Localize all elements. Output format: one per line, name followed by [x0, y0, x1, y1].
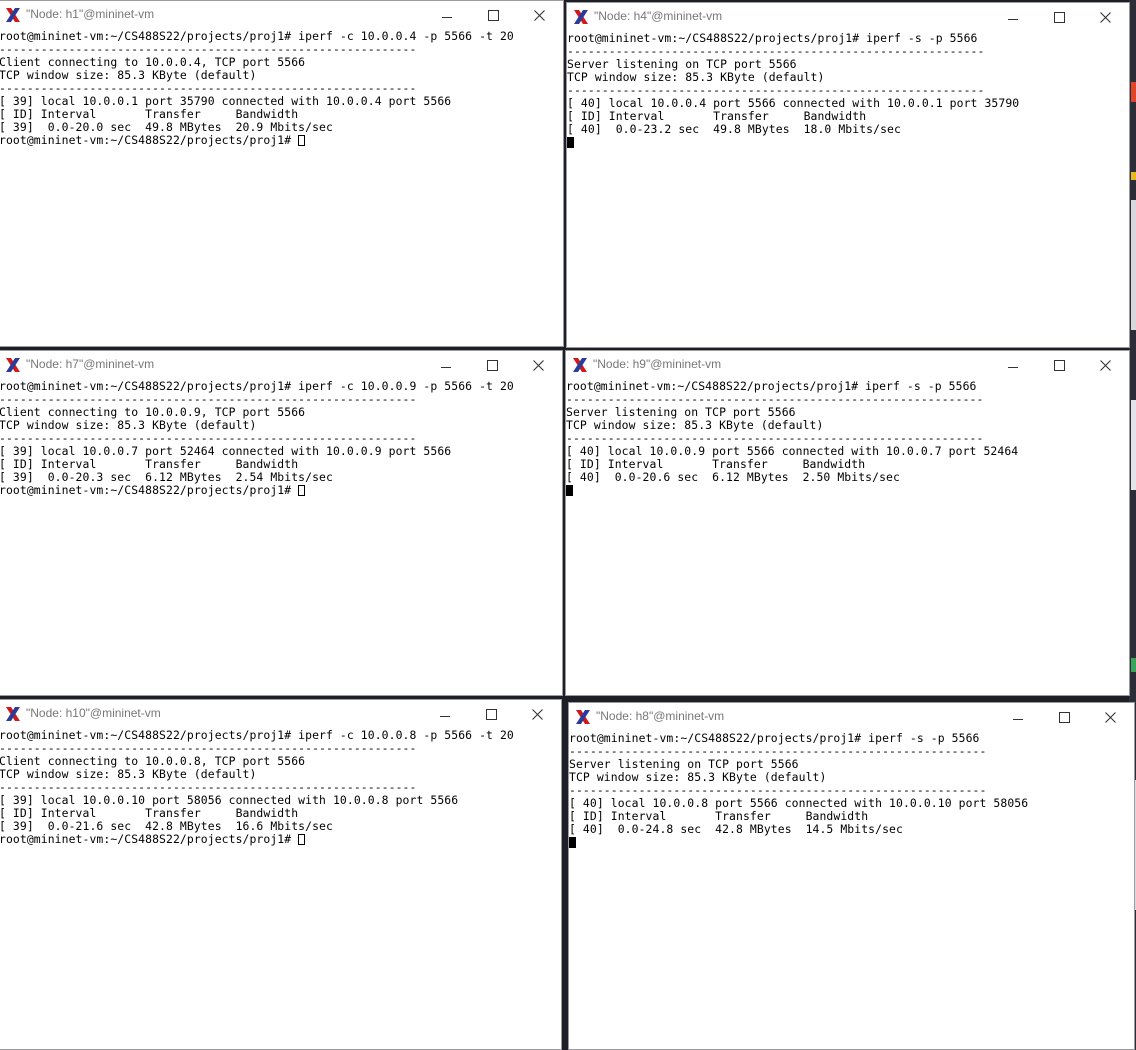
terminal-output[interactable]: root@mininet-vm:~/CS488S22/projects/proj…: [0, 729, 561, 1049]
window-title: "Node: h8"@mininet-vm: [596, 709, 725, 723]
terminal-window-h7[interactable]: "Node: h7"@mininet-vm root@mininet-vm:~/…: [0, 350, 563, 696]
terminal-prompt-line[interactable]: [569, 836, 1134, 849]
maximize-icon: [486, 359, 498, 371]
terminal-window-h8[interactable]: "Node: h8"@mininet-vm root@mininet-vm:~/…: [568, 702, 1135, 1050]
window-title: "Node: h10"@mininet-vm: [26, 706, 161, 720]
terminal-output[interactable]: root@mininet-vm:~/CS488S22/projects/proj…: [0, 380, 562, 695]
desktop-green-accent: [1131, 658, 1136, 672]
text-cursor: [569, 837, 576, 848]
minimize-icon: [1013, 718, 1023, 720]
minimize-button[interactable]: [1008, 707, 1028, 727]
window-titlebar[interactable]: "Node: h8"@mininet-vm: [569, 703, 1134, 731]
maximize-button[interactable]: [483, 5, 503, 25]
maximize-button[interactable]: [481, 704, 501, 724]
terminal-output[interactable]: root@mininet-vm:~/CS488S22/projects/proj…: [567, 32, 1129, 347]
close-button[interactable]: [1095, 355, 1115, 375]
window-title: "Node: h1"@mininet-vm: [26, 7, 155, 21]
close-button[interactable]: [529, 5, 549, 25]
minimize-icon: [1008, 18, 1018, 20]
text-cursor: [566, 485, 573, 496]
terminal-prompt-line[interactable]: [566, 484, 1129, 497]
close-icon: [1099, 11, 1111, 23]
window-title: "Node: h7"@mininet-vm: [26, 357, 155, 371]
terminal-prompt-line[interactable]: [567, 136, 1129, 149]
window-title: "Node: h4"@mininet-vm: [594, 9, 723, 23]
minimize-button[interactable]: [436, 355, 456, 375]
x11-logo-icon: [574, 10, 588, 24]
x11-logo-icon: [6, 707, 20, 721]
maximize-icon: [1058, 711, 1070, 723]
close-icon: [532, 359, 544, 371]
terminal-output[interactable]: root@mininet-vm:~/CS488S22/projects/proj…: [566, 380, 1129, 695]
window-titlebar[interactable]: "Node: h7"@mininet-vm: [0, 351, 562, 379]
window-titlebar[interactable]: "Node: h1"@mininet-vm: [0, 1, 563, 29]
terminal-prompt-line[interactable]: root@mininet-vm:~/CS488S22/projects/proj…: [0, 833, 561, 846]
maximize-button[interactable]: [1049, 355, 1069, 375]
maximize-icon: [487, 9, 499, 21]
minimize-button[interactable]: [1003, 7, 1023, 27]
desktop-light-patch: [1131, 200, 1136, 330]
close-icon: [533, 9, 545, 21]
desktop-red-accent: [1131, 82, 1136, 102]
minimize-button[interactable]: [1003, 355, 1023, 375]
maximize-icon: [485, 708, 497, 720]
terminal-line: [ 40] 0.0-23.2 sec 49.8 MBytes 18.0 Mbit…: [567, 122, 901, 136]
terminal-prompt-line[interactable]: root@mininet-vm:~/CS488S22/projects/proj…: [0, 134, 563, 147]
maximize-button[interactable]: [482, 355, 502, 375]
terminal-output[interactable]: root@mininet-vm:~/CS488S22/projects/proj…: [569, 732, 1134, 1049]
window-titlebar[interactable]: "Node: h10"@mininet-vm: [0, 700, 561, 728]
text-cursor: [298, 485, 306, 496]
window-titlebar[interactable]: "Node: h4"@mininet-vm: [567, 3, 1129, 31]
x11-logo-icon: [6, 358, 20, 372]
terminal-line: [ 40] 0.0-24.8 sec 42.8 MBytes 14.5 Mbit…: [569, 822, 903, 836]
close-icon: [1104, 711, 1116, 723]
x11-logo-icon: [6, 8, 20, 22]
close-button[interactable]: [528, 355, 548, 375]
window-titlebar[interactable]: "Node: h9"@mininet-vm: [566, 351, 1129, 379]
terminal-window-h4[interactable]: "Node: h4"@mininet-vm root@mininet-vm:~/…: [566, 2, 1130, 348]
terminal-prompt-line[interactable]: root@mininet-vm:~/CS488S22/projects/proj…: [0, 484, 562, 497]
minimize-button[interactable]: [437, 5, 457, 25]
close-icon: [1099, 359, 1111, 371]
shell-prompt: root@mininet-vm:~/CS488S22/projects/proj…: [0, 133, 299, 147]
x11-logo-icon: [573, 358, 587, 372]
minimize-icon: [1008, 366, 1018, 368]
terminal-window-h10[interactable]: "Node: h10"@mininet-vm root@mininet-vm:~…: [0, 699, 562, 1050]
window-title: "Node: h9"@mininet-vm: [593, 357, 722, 371]
close-button[interactable]: [527, 704, 547, 724]
terminal-line: [ 40] 0.0-20.6 sec 6.12 MBytes 2.50 Mbit…: [566, 470, 900, 484]
close-button[interactable]: [1100, 707, 1120, 727]
minimize-icon: [442, 16, 452, 18]
maximize-icon: [1053, 359, 1065, 371]
terminal-output[interactable]: root@mininet-vm:~/CS488S22/projects/proj…: [0, 30, 563, 346]
shell-prompt: root@mininet-vm:~/CS488S22/projects/proj…: [0, 483, 299, 497]
terminal-window-h1[interactable]: "Node: h1"@mininet-vm root@mininet-vm:~/…: [0, 0, 564, 347]
terminal-window-h9[interactable]: "Node: h9"@mininet-vm root@mininet-vm:~/…: [565, 350, 1130, 696]
desktop-light-patch: [1131, 400, 1136, 490]
maximize-button[interactable]: [1049, 7, 1069, 27]
minimize-button[interactable]: [435, 704, 455, 724]
desktop-yellow-accent: [1131, 172, 1136, 180]
text-cursor: [298, 135, 306, 146]
x11-logo-icon: [576, 710, 590, 724]
maximize-icon: [1053, 11, 1065, 23]
minimize-icon: [441, 366, 451, 368]
maximize-button[interactable]: [1054, 707, 1074, 727]
minimize-icon: [440, 715, 450, 717]
shell-prompt: root@mininet-vm:~/CS488S22/projects/proj…: [0, 832, 299, 846]
text-cursor: [567, 137, 574, 148]
close-icon: [531, 708, 543, 720]
close-button[interactable]: [1095, 7, 1115, 27]
text-cursor: [298, 834, 306, 845]
